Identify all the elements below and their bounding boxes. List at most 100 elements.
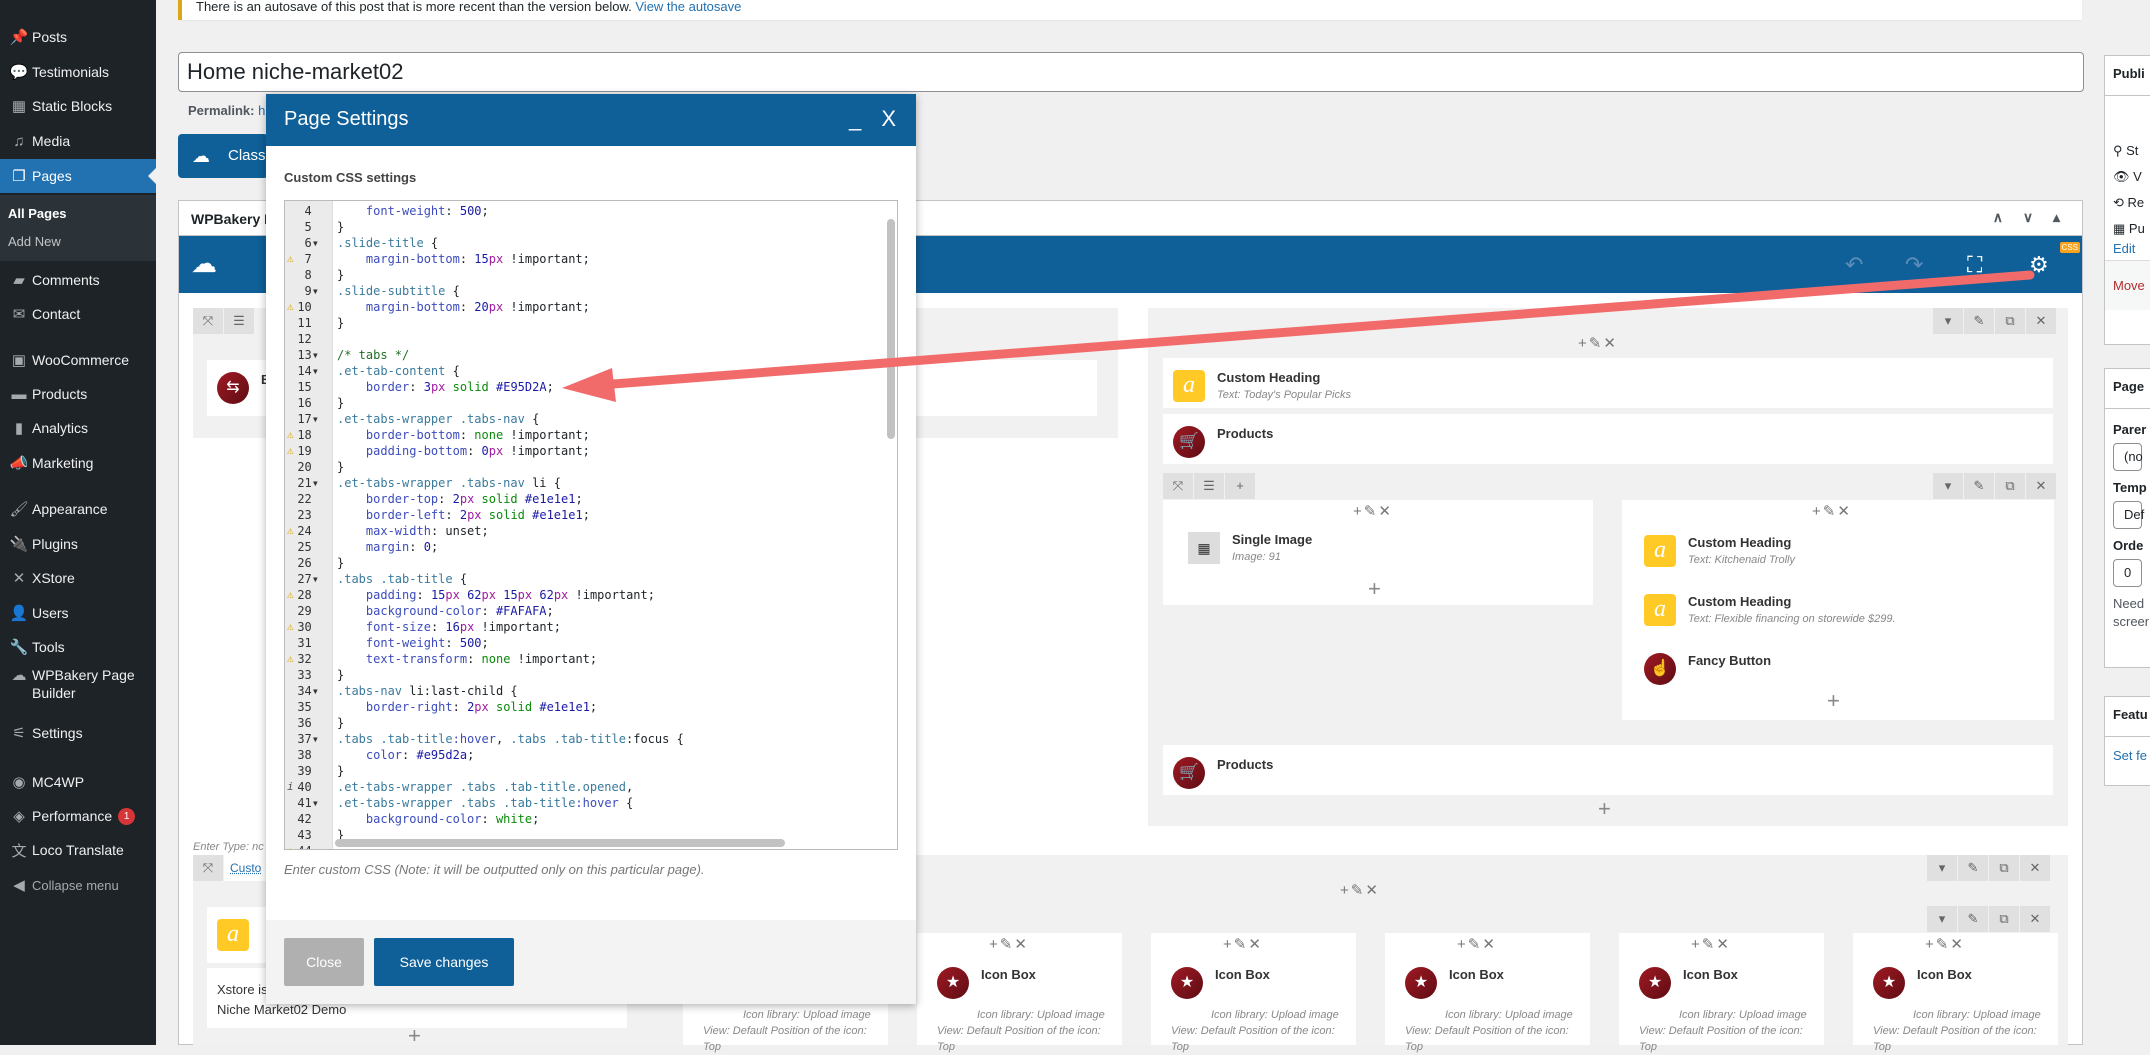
sidebar-item-users[interactable]: 👤 Users	[0, 596, 156, 630]
parent-select[interactable]: (no	[2113, 443, 2143, 471]
sidebar-item-testimonials[interactable]: 💬 Testimonials	[0, 55, 156, 89]
row-layout-icon[interactable]: ☰	[1194, 473, 1224, 499]
add-element-icon[interactable]: +	[1598, 796, 1611, 822]
row-move-icon[interactable]: ⤧	[1163, 473, 1193, 499]
row-delete-icon[interactable]: ✕	[2026, 473, 2056, 499]
post-title-input[interactable]: Home niche-market02	[178, 52, 2084, 92]
tab-custom[interactable]: Custo	[224, 855, 268, 881]
element-custom-heading[interactable]: a Custom Heading Text: Flexible financing…	[1644, 594, 1896, 626]
column-controls[interactable]: +✎✕	[1353, 502, 1393, 520]
row-move-icon[interactable]: ⤧	[193, 855, 223, 881]
element-products[interactable]: 🛒 Products	[1163, 414, 2053, 464]
warning-icon[interactable]: ⚠	[287, 587, 294, 603]
warning-icon[interactable]: ⚠	[287, 523, 294, 539]
horizontal-scrollbar[interactable]	[335, 839, 785, 847]
warning-icon[interactable]: ⚠	[287, 843, 294, 849]
row-move-icon[interactable]: ⤧	[193, 308, 223, 334]
template-select[interactable]: Def	[2113, 501, 2144, 529]
warning-icon[interactable]: ⚠	[287, 251, 294, 267]
column-controls[interactable]: +✎✕	[1691, 935, 1731, 953]
sidebar-item-marketing[interactable]: 📣 Marketing	[0, 446, 156, 480]
view-autosave-link[interactable]: View the autosave	[635, 0, 741, 14]
sidebar-item-media[interactable]: ♫ Media	[0, 124, 156, 158]
close-button[interactable]: Close	[284, 938, 364, 986]
sidebar-item-loco-translate[interactable]: 文 Loco Translate	[0, 833, 156, 867]
warning-icon[interactable]: ⚠	[287, 299, 294, 315]
sidebar-item-collapse-menu[interactable]: ◀ Collapse menu	[0, 868, 156, 902]
warning-icon[interactable]: ⚠	[287, 427, 294, 443]
row-edit-icon[interactable]: ✎	[1958, 855, 1988, 881]
modal-close-icon[interactable]: X	[881, 106, 896, 131]
undo-icon[interactable]: ↶	[1845, 252, 1863, 278]
column-controls[interactable]: +✎✕	[1340, 881, 1380, 899]
sidebar-item-performance[interactable]: ◈ Performance 1	[0, 799, 156, 833]
fullscreen-icon[interactable]: ⛶	[1967, 252, 1982, 278]
sidebar-item-tools[interactable]: 🔧 Tools	[0, 630, 156, 664]
row-toggle-icon[interactable]: ▾	[1933, 308, 1963, 334]
vertical-scrollbar[interactable]	[887, 219, 895, 439]
row-toggle-icon[interactable]: ▾	[1933, 473, 1963, 499]
sidebar-item-pages[interactable]: ❐ Pages	[0, 159, 156, 193]
icon-box-element[interactable]: +✎✕ ★ Icon Box Icon library: Upload image V…	[1151, 933, 1356, 1053]
set-featured-image-link[interactable]: Set fe	[2113, 748, 2147, 763]
row-clone-icon[interactable]: ⧉	[1989, 855, 2019, 881]
sidebar-item-static-blocks[interactable]: ▦ Static Blocks	[0, 89, 156, 123]
sidebar-item-woocommerce[interactable]: ▣ WooCommerce	[0, 343, 156, 377]
add-element-icon[interactable]: +	[408, 1023, 421, 1049]
sidebar-item-analytics[interactable]: ▮ Analytics	[0, 411, 156, 445]
sidebar-item-wpbakery-page-builder[interactable]: ☁ WPBakery Page Builder	[0, 666, 156, 710]
row-clone-icon[interactable]: ⧉	[1995, 473, 2025, 499]
sidebar-item-settings[interactable]: ⚟ Settings	[0, 716, 156, 750]
element-custom-heading[interactable]: a Custom Heading Text: Today's Popular Pi…	[1163, 358, 2053, 408]
save-changes-button[interactable]: Save changes	[374, 938, 514, 986]
row-edit-icon[interactable]: ✎	[1958, 906, 1988, 932]
sidebar-item-posts[interactable]: 📌 Posts	[0, 20, 156, 54]
icon-box-element[interactable]: +✎✕ ★ Icon Box Icon library: Upload image V…	[1385, 933, 1590, 1053]
add-element-icon[interactable]: +	[1827, 688, 1840, 714]
row-delete-icon[interactable]: ✕	[2026, 308, 2056, 334]
page-settings-gear-icon[interactable]: ⚙	[2029, 252, 2049, 278]
row-toggle-icon[interactable]: ▾	[1927, 906, 1957, 932]
row-clone-icon[interactable]: ⧉	[1995, 308, 2025, 334]
classic-mode-button[interactable]: ☁ Class	[178, 134, 268, 178]
warning-icon[interactable]: ⚠	[287, 443, 294, 459]
edit-date-link[interactable]: Edit	[2113, 242, 2135, 256]
element-products[interactable]: 🛒 Products	[1163, 745, 2053, 795]
column-controls[interactable]: +✎✕	[1812, 502, 1852, 520]
column-controls[interactable]: +✎✕	[1223, 935, 1263, 953]
sidebar-item-appearance[interactable]: 🖌 Appearance	[0, 492, 156, 526]
sidebar-item-products[interactable]: ▬ Products	[0, 377, 156, 411]
row-toggle-icon[interactable]: ▾	[1927, 855, 1957, 881]
redo-icon[interactable]: ↷	[1905, 252, 1923, 278]
box-move-controls[interactable]: ∧ ∨ ▴	[1993, 209, 2068, 226]
order-input[interactable]: 0	[2113, 559, 2142, 587]
column-controls[interactable]: +✎✕	[1457, 935, 1497, 953]
warning-icon[interactable]: ⚠	[287, 619, 294, 635]
submenu-item-add-new[interactable]: Add New	[0, 228, 156, 256]
row-add-icon[interactable]: +	[1225, 473, 1255, 499]
sidebar-item-mc4wp[interactable]: ◉ MC4WP	[0, 765, 156, 799]
element-single-image[interactable]: ▦ Single Image Image: 91	[1188, 532, 1312, 564]
row-clone-icon[interactable]: ⧉	[1989, 906, 2019, 932]
sidebar-item-plugins[interactable]: 🔌 Plugins	[0, 527, 156, 561]
sidebar-item-comments[interactable]: ▰ Comments	[0, 263, 156, 297]
css-code-editor[interactable]: 4 font-weight: 500; 5 } 6▾ .slide-title {⚠ 7…	[284, 200, 898, 850]
sidebar-item-xstore[interactable]: ✕ XStore	[0, 561, 156, 595]
element-fancy-button[interactable]: ☝ Fancy Button	[1644, 653, 1771, 685]
column-controls[interactable]: +✎✕	[1578, 334, 1618, 352]
row-layout-icon[interactable]: ☰	[224, 308, 254, 334]
row-delete-icon[interactable]: ✕	[2020, 906, 2050, 932]
element-custom-heading[interactable]: a Custom Heading Text: Kitchenaid Trolly	[1644, 535, 1795, 567]
info-icon[interactable]: i	[287, 779, 294, 795]
row-edit-icon[interactable]: ✎	[1964, 308, 1994, 334]
move-to-trash-link[interactable]: Move	[2113, 278, 2145, 293]
row-delete-icon[interactable]: ✕	[2020, 855, 2050, 881]
sidebar-item-contact[interactable]: ✉ Contact	[0, 297, 156, 331]
permalink-link[interactable]: h	[258, 103, 265, 118]
icon-box-element[interactable]: +✎✕ ★ Icon Box Icon library: Upload image V…	[917, 933, 1122, 1053]
minimize-button[interactable]: _	[849, 106, 861, 131]
row-edit-icon[interactable]: ✎	[1964, 473, 1994, 499]
submenu-item-all-pages[interactable]: All Pages	[0, 200, 156, 228]
warning-icon[interactable]: ⚠	[287, 651, 294, 667]
add-element-icon[interactable]: +	[1368, 576, 1381, 602]
